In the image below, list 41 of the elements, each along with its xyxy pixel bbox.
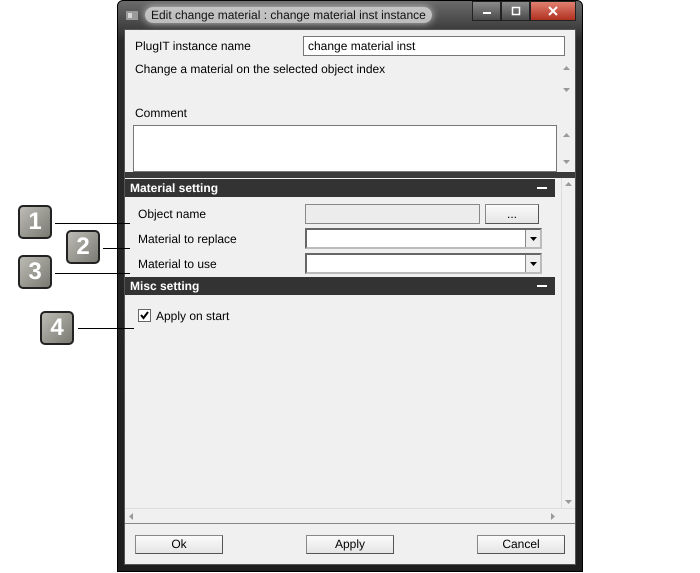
scroll-down-icon[interactable] xyxy=(565,500,572,504)
checkbox-label: Apply on start xyxy=(156,308,230,322)
scroll-left-icon[interactable] xyxy=(129,512,133,520)
field-label: PlugIT instance name xyxy=(135,39,252,53)
field-label: Object name xyxy=(138,206,208,220)
section-header[interactable]: Material setting xyxy=(125,179,555,197)
minimize-button[interactable] xyxy=(472,1,501,21)
scrollbar[interactable] xyxy=(125,508,575,524)
scroll-up-icon[interactable] xyxy=(562,66,570,70)
dialog-button[interactable]: Cancel xyxy=(477,534,565,554)
scroll-up-icon[interactable] xyxy=(565,182,572,186)
callout-badge: 1 xyxy=(18,205,52,239)
close-icon xyxy=(547,6,559,16)
dropdown-arrow-icon xyxy=(530,262,536,266)
field-label: Material to use xyxy=(138,256,218,270)
dropdown[interactable] xyxy=(305,228,542,249)
comment-label: Comment xyxy=(135,106,188,120)
scroll-up-icon[interactable] xyxy=(562,132,570,137)
window-title: Edit change material : change material inst instance xyxy=(145,7,432,23)
section-header[interactable]: Misc setting xyxy=(125,277,555,295)
browse-button[interactable]: ... xyxy=(485,204,539,224)
dropdown[interactable] xyxy=(305,253,542,274)
app-icon xyxy=(125,9,139,21)
callout-badge: 2 xyxy=(66,230,100,264)
callout-badge: 4 xyxy=(40,311,74,345)
scrollbar[interactable] xyxy=(561,178,575,508)
instance-name-field[interactable]: change material inst xyxy=(303,36,565,56)
scroll-right-icon[interactable] xyxy=(551,512,555,520)
description-text: Change a material on the selected object index xyxy=(135,61,386,78)
scroll-down-icon[interactable] xyxy=(562,88,570,92)
close-button[interactable] xyxy=(530,1,576,21)
comment-field[interactable] xyxy=(133,124,557,172)
field-label: Material to replace xyxy=(138,232,238,246)
checkbox[interactable] xyxy=(138,309,151,322)
callout-badge: 3 xyxy=(18,255,52,289)
dropdown-arrow-icon xyxy=(530,236,536,240)
scroll-down-icon[interactable] xyxy=(562,160,570,164)
maximize-icon xyxy=(510,6,522,16)
dialog-button[interactable]: Apply xyxy=(306,534,394,554)
dialog-button[interactable]: Ok xyxy=(135,534,223,554)
maximize-button[interactable] xyxy=(501,1,530,21)
